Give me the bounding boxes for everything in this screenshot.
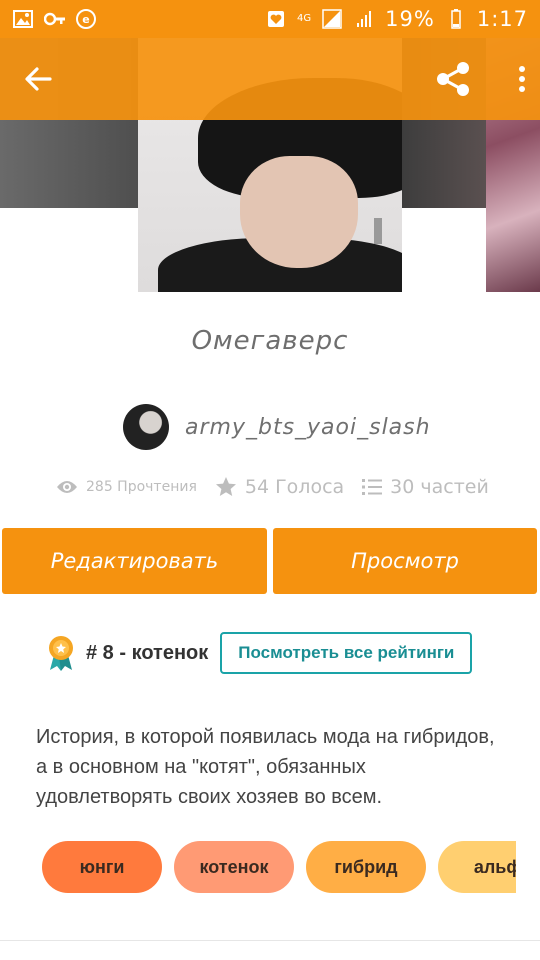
votes-stat: 54 Голоса [215,476,344,498]
status-bar: e 4G 19% 1:17 [0,0,540,38]
eye-icon [57,481,77,493]
tag-chip[interactable]: гибрид [306,841,426,893]
share-button[interactable] [434,60,472,98]
tag-chip[interactable]: котенок [174,841,294,893]
signal-box-icon [321,9,343,29]
network-type: 4G [297,13,312,24]
ranking-row: # 8 - котенок Посмотреть все рейтинги [46,632,473,674]
parts-stat: 30 частей [362,476,489,498]
battery-level: 19% [385,7,435,31]
tag-chip[interactable]: юнги [42,841,162,893]
share-icon [437,62,469,96]
author-row[interactable]: army_bts_yaoi_slash [123,404,431,450]
story-title: Омегаверс [191,326,349,356]
reads-stat: 285 Прочтения [56,479,197,495]
tags-list[interactable]: юнги котенок гибрид альф [42,841,516,895]
parts-count: 30 частей [390,476,489,498]
more-vertical-icon [519,66,525,92]
votes-count: 54 Голоса [244,476,345,498]
star-icon [215,477,236,496]
gallery-icon [12,9,34,29]
award-ribbon-icon [49,636,73,671]
clock: 1:17 [476,7,528,31]
browser-icon: e [76,9,96,29]
signal-icon [353,9,375,29]
key-icon [44,9,66,29]
arrow-left-icon [25,67,52,91]
avatar[interactable] [123,404,169,450]
edit-button[interactable]: Редактировать [2,528,267,594]
ranking-text: # 8 - котенок [86,641,209,664]
tag-chip[interactable]: альф [438,841,516,893]
back-button[interactable] [24,66,52,92]
battery-icon [445,9,467,29]
list-icon [362,479,383,495]
more-options-button[interactable] [518,65,526,93]
divider [0,940,540,941]
author-name[interactable]: army_bts_yaoi_slash [185,415,431,440]
story-description: История, в которой появилась мода на гиб… [36,726,495,808]
story-stats: 285 Прочтения 54 Голоса 30 частей [56,476,507,498]
view-button[interactable]: Просмотр [273,528,537,594]
toolbar [0,38,540,120]
view-all-rankings-button[interactable]: Посмотреть все рейтинги [220,632,473,674]
heart-notification-icon [265,9,287,29]
reads-count: 285 Прочтения [86,479,197,495]
